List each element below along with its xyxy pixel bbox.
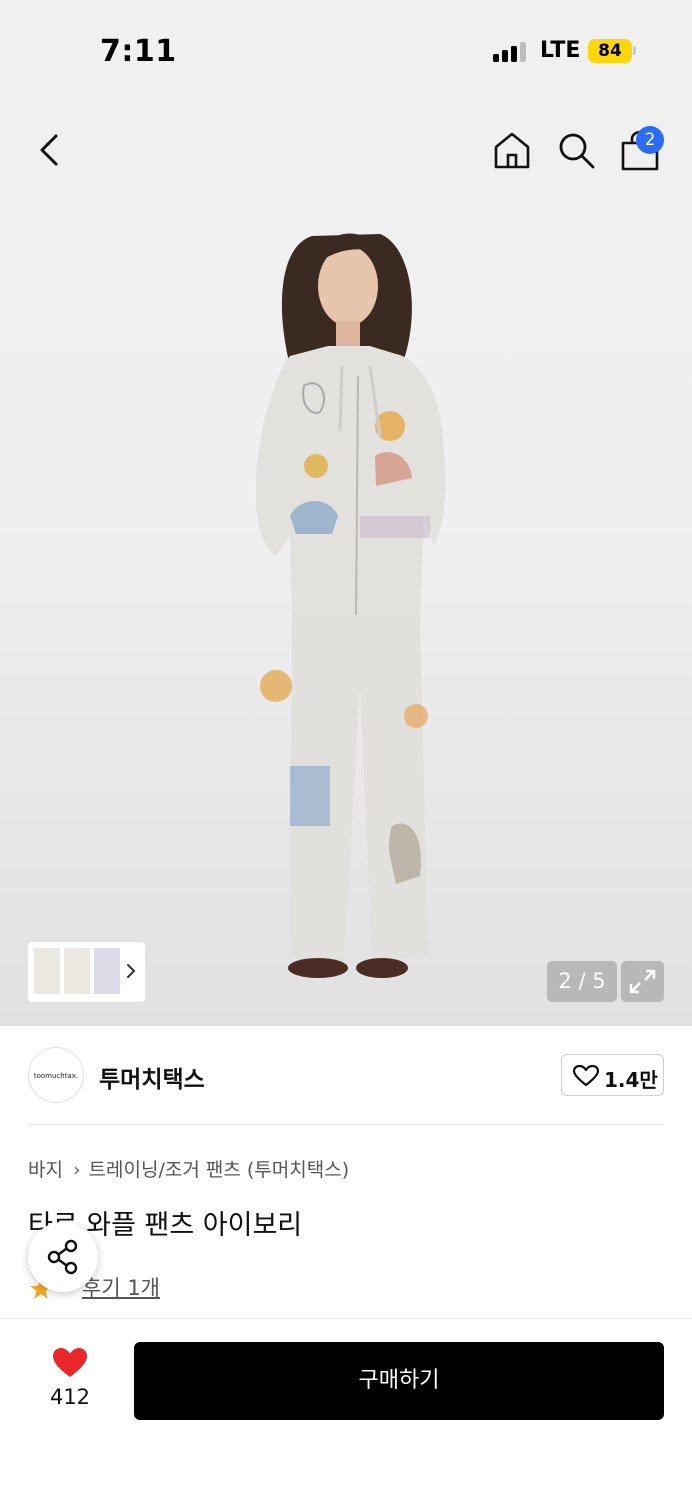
buy-button[interactable]: 구매하기 (134, 1342, 664, 1420)
breadcrumb-item[interactable]: 바지 (28, 1159, 63, 1181)
search-icon[interactable] (556, 130, 596, 170)
thumbnail[interactable] (34, 948, 60, 994)
share-button[interactable] (28, 1222, 98, 1292)
brand-row[interactable]: toomuchtax. 투머치택스 1.4만 (0, 1026, 692, 1126)
wish-count: 412 (49, 1385, 91, 1409)
breadcrumb: 바지 › 트레이닝/조거 팬츠 (투머치택스) (28, 1155, 349, 1182)
product-photo (255, 233, 446, 978)
network-label: LTE (540, 38, 581, 63)
brand-like-count: 1.4만 (604, 1068, 658, 1092)
brand-like-button[interactable]: 1.4만 (561, 1054, 664, 1096)
battery-cap (633, 46, 636, 55)
heart-outline-icon (573, 1065, 599, 1087)
divider (28, 1124, 664, 1125)
signal-icon (493, 42, 529, 62)
chevron-right-icon: › (72, 1159, 81, 1181)
expand-image-button[interactable] (621, 961, 664, 1002)
heart-icon[interactable] (52, 1347, 88, 1379)
share-icon (47, 1239, 78, 1275)
product-image-gallery[interactable]: 2 2 / 5 (0, 104, 692, 1026)
bottom-action-bar: 412 구매하기 (0, 1318, 692, 1500)
thumbnail[interactable] (64, 948, 90, 994)
brand-logo[interactable]: toomuchtax. (28, 1047, 84, 1103)
thumbnail-strip[interactable] (28, 942, 145, 1002)
cart-count-badge: 2 (636, 126, 664, 154)
status-bar: 7:11 LTE 84 (0, 0, 692, 104)
thumbnail[interactable] (94, 948, 120, 994)
brand-name[interactable]: 투머치택스 (99, 1060, 205, 1094)
review-link[interactable]: 후기 1개 (82, 1272, 160, 1302)
breadcrumb-item[interactable]: 트레이닝/조거 팬츠 (투머치택스) (89, 1159, 350, 1181)
chevron-right-icon[interactable] (124, 958, 138, 984)
battery-icon: 84 (588, 39, 632, 63)
back-arrow-icon[interactable] (28, 128, 72, 172)
status-time: 7:11 (100, 34, 177, 69)
image-page-counter: 2 / 5 (547, 961, 617, 1002)
home-icon[interactable] (492, 130, 532, 170)
expand-icon (629, 969, 656, 994)
